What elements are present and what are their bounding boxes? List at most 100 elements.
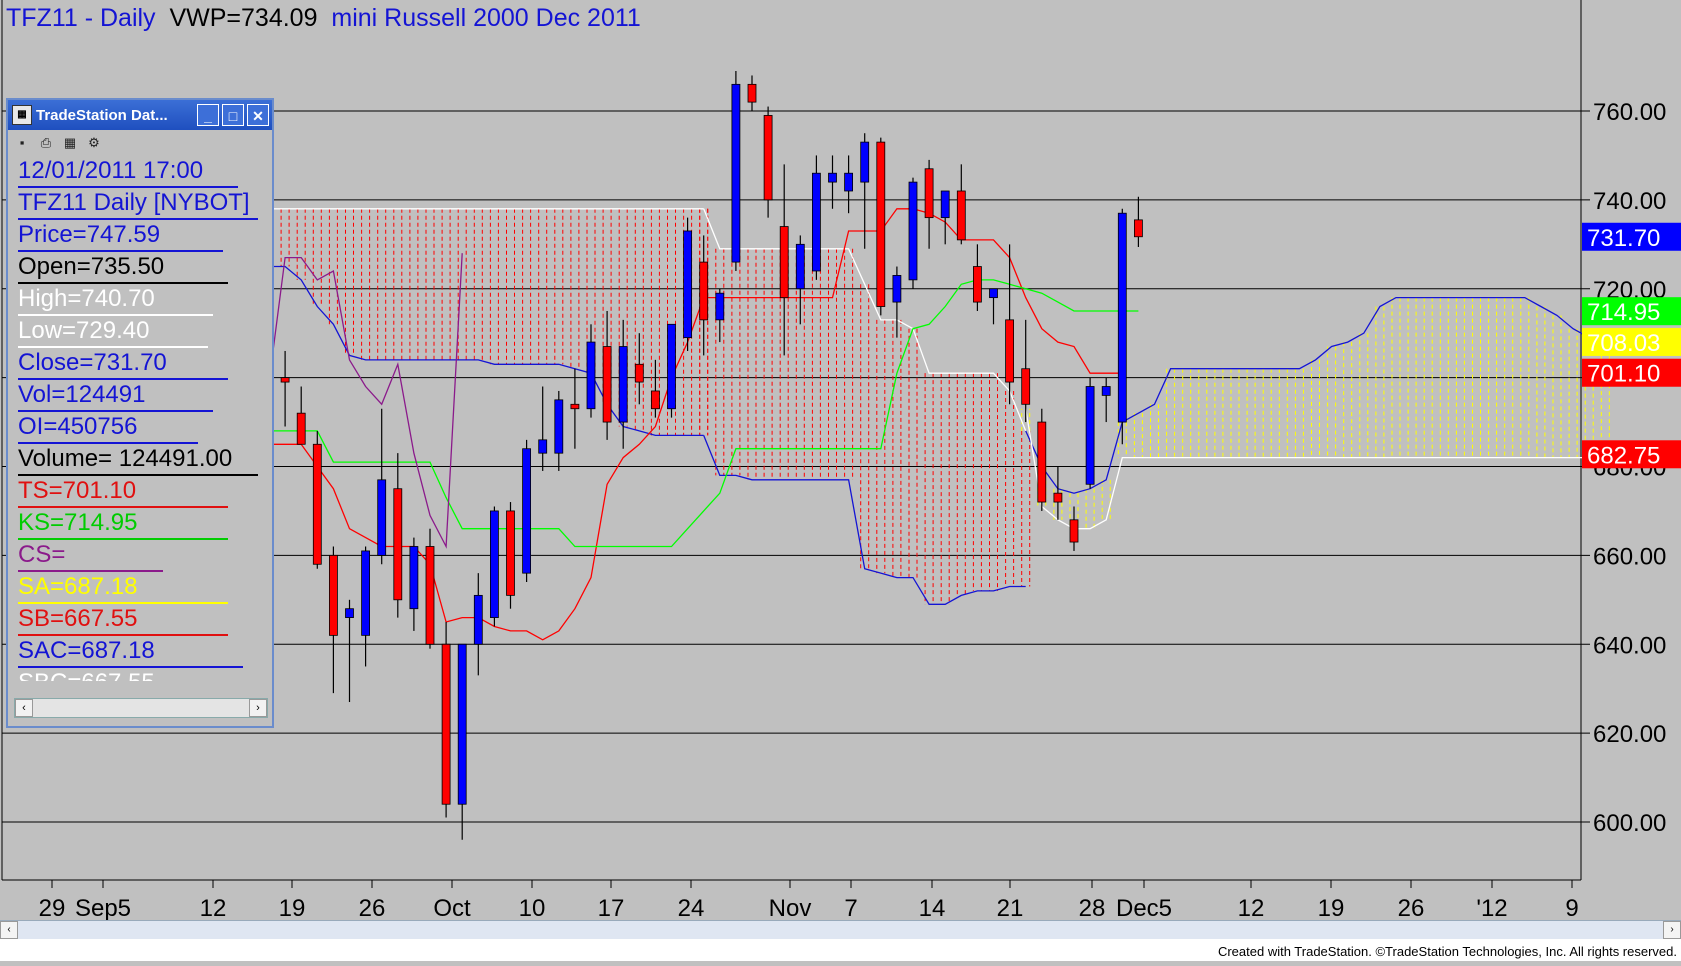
- candle-body[interactable]: [1117, 212, 1127, 423]
- x-tick-label: 12: [1238, 895, 1265, 922]
- candle-body[interactable]: [1021, 368, 1031, 405]
- candle-body[interactable]: [377, 479, 387, 556]
- candle-body[interactable]: [828, 172, 837, 183]
- data-window-row: Open=735.50: [18, 252, 228, 284]
- maximize-button[interactable]: □: [222, 104, 244, 126]
- data-window-row: Close=731.70: [18, 348, 228, 380]
- candle-body[interactable]: [747, 83, 757, 103]
- candle-body[interactable]: [457, 643, 467, 805]
- candle-body[interactable]: [345, 608, 354, 618]
- price-label: 731.70: [1587, 225, 1660, 252]
- app-icon: ▦: [12, 105, 32, 125]
- candle-body[interactable]: [699, 261, 709, 321]
- chart-scrollbar[interactable]: ‹ ›: [0, 920, 1681, 939]
- candle-body[interactable]: [393, 488, 403, 601]
- x-tick-label: '12: [1476, 895, 1507, 922]
- x-tick-label: Nov: [769, 895, 812, 922]
- properties-icon[interactable]: ⚙: [86, 135, 102, 151]
- candle-body[interactable]: [876, 141, 886, 307]
- candle-body[interactable]: [795, 243, 805, 290]
- candle-body[interactable]: [860, 141, 870, 183]
- scroll-right-icon[interactable]: ›: [1663, 921, 1681, 939]
- data-window-title: TradeStation Dat...: [36, 106, 168, 124]
- candle-body[interactable]: [473, 594, 483, 645]
- data-window-scrollbar[interactable]: ‹ ›: [14, 698, 268, 718]
- candle-body[interactable]: [554, 399, 564, 454]
- candle-body[interactable]: [683, 230, 692, 339]
- candle-body[interactable]: [1069, 519, 1079, 543]
- data-window-row: 12/01/2011 17:00: [18, 156, 238, 188]
- x-tick-label: Dec5: [1116, 895, 1172, 922]
- x-tick-label: Oct: [433, 895, 471, 922]
- candle-body[interactable]: [280, 377, 290, 383]
- candle-body[interactable]: [1134, 219, 1143, 238]
- candle-body[interactable]: [812, 172, 821, 272]
- candle-body[interactable]: [506, 510, 515, 596]
- candle-body[interactable]: [779, 226, 789, 299]
- candle-body[interactable]: [522, 448, 531, 574]
- candle-body[interactable]: [731, 83, 741, 263]
- candle-body[interactable]: [409, 546, 419, 610]
- data-window-row: SB=667.55: [18, 604, 228, 636]
- scroll-left-icon[interactable]: ‹: [0, 921, 18, 939]
- candle-body[interactable]: [989, 288, 998, 299]
- data-window-titlebar[interactable]: ▦ TradeStation Dat... _ □ ✕: [8, 100, 272, 130]
- candle-body[interactable]: [908, 181, 918, 281]
- data-window-row: CS=: [18, 540, 163, 572]
- candle-body[interactable]: [296, 412, 306, 445]
- candle-body[interactable]: [667, 323, 676, 410]
- candle-body[interactable]: [489, 510, 499, 618]
- candle-body[interactable]: [618, 346, 628, 423]
- price-label: 701.10: [1587, 361, 1660, 388]
- minimize-button[interactable]: _: [197, 104, 219, 126]
- candle-body[interactable]: [924, 168, 934, 219]
- data-window-row: KS=714.95: [18, 508, 228, 540]
- x-tick-label: 9: [1565, 895, 1578, 922]
- x-tick-label: 12: [200, 895, 227, 922]
- candle-body[interactable]: [538, 439, 548, 454]
- candle-body[interactable]: [634, 363, 644, 383]
- candle-body[interactable]: [441, 643, 451, 805]
- print-icon[interactable]: ⎙: [38, 135, 54, 151]
- candle-body[interactable]: [1085, 386, 1095, 485]
- candle-body[interactable]: [956, 190, 966, 241]
- y-tick-label: 760.00: [1593, 99, 1666, 126]
- x-tick-label: 14: [919, 895, 946, 922]
- save-icon[interactable]: ▪: [14, 135, 30, 151]
- y-tick-label: 640.00: [1593, 632, 1666, 659]
- candle-body[interactable]: [973, 266, 982, 303]
- candle-body[interactable]: [602, 346, 612, 423]
- candle-body[interactable]: [940, 190, 950, 219]
- candle-body[interactable]: [715, 292, 725, 321]
- x-tick-label: 24: [678, 895, 705, 922]
- vwp-label: VWP=734.09: [169, 4, 318, 32]
- candle-body[interactable]: [844, 172, 853, 192]
- candle-body[interactable]: [425, 546, 435, 645]
- candle-body[interactable]: [361, 550, 371, 636]
- data-window-toolbar: ▪ ⎙ ▦ ⚙: [8, 130, 272, 156]
- candle-body[interactable]: [586, 341, 596, 410]
- candle-body[interactable]: [570, 403, 580, 410]
- x-tick-label: 19: [1318, 895, 1345, 922]
- data-window[interactable]: ▦ TradeStation Dat... _ □ ✕ ▪ ⎙ ▦ ⚙ 12/0…: [6, 98, 274, 728]
- y-tick-label: 620.00: [1593, 721, 1666, 748]
- x-tick-label: 17: [598, 895, 625, 922]
- candle-body[interactable]: [312, 443, 322, 565]
- chart-title: TFZ11 - Daily VWP=734.09 mini Russell 20…: [6, 4, 641, 33]
- data-window-body: 12/01/2011 17:00 TFZ11 Daily [NYBOT] Price…: [18, 156, 270, 681]
- close-button[interactable]: ✕: [247, 104, 269, 126]
- candle-body[interactable]: [1053, 492, 1063, 503]
- scroll-right-icon[interactable]: ›: [249, 699, 267, 717]
- grid-icon[interactable]: ▦: [62, 135, 78, 151]
- candle-body[interactable]: [1037, 421, 1047, 503]
- candle-body[interactable]: [892, 275, 902, 303]
- x-tick-label: 29: [39, 895, 66, 922]
- candle-body[interactable]: [763, 115, 773, 201]
- candle-body[interactable]: [1005, 319, 1014, 383]
- candle-body[interactable]: [651, 390, 660, 410]
- candle-body[interactable]: [328, 554, 338, 636]
- x-tick-label: 10: [519, 895, 546, 922]
- scroll-left-icon[interactable]: ‹: [15, 699, 33, 717]
- candle-body[interactable]: [1101, 386, 1111, 396]
- data-window-row: High=740.70: [18, 284, 213, 316]
